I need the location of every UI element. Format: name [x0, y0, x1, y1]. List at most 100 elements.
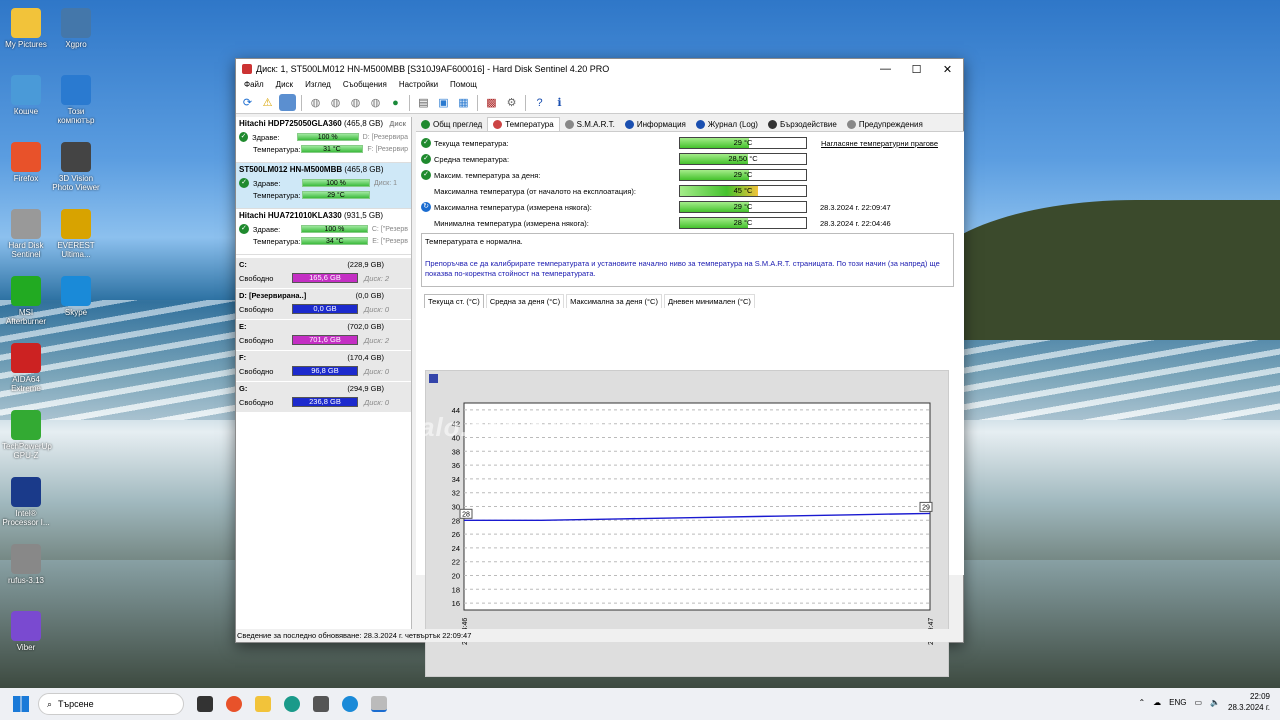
volume-icon[interactable]: 🔈 [1210, 698, 1220, 707]
temperature-date: 28.3.2024 г. 22:04:46 [820, 218, 891, 228]
explorer-taskbar-icon[interactable] [255, 696, 271, 712]
desktop-icon[interactable]: TechPowerUp GPU-Z [2, 410, 52, 460]
chart-tab[interactable]: Средна за деня (°C) [485, 294, 565, 308]
search-box[interactable]: ⌕ Търсене [38, 693, 184, 715]
y-tick-label: 28 [452, 516, 460, 525]
desktop-icon[interactable]: Skype [52, 276, 100, 317]
health-bar: 100 % [296, 133, 359, 141]
desktop-icon[interactable]: Viber [2, 611, 50, 652]
tab-icon [564, 119, 574, 129]
report-icon[interactable] [279, 94, 296, 111]
send-icon[interactable]: ▦ [455, 94, 472, 111]
temp-label: Температура: [253, 190, 301, 200]
temperature-bar: 45 °C [679, 185, 807, 197]
tab-6[interactable]: Бързодействие [763, 117, 842, 131]
volume-free-row: Свободно 236,8 GB Диск: 0 [239, 397, 408, 407]
volume-entry[interactable]: D: [Резервирана..] (0,0 GB) Свободно 0,0 GB… [236, 289, 411, 320]
language-indicator[interactable]: ENG [1169, 698, 1186, 707]
tab-1[interactable]: Общ преглед [416, 117, 487, 131]
disk-icon[interactable]: ◍ [307, 94, 324, 111]
disk-entry[interactable]: ST500LM012 HN-M500MBB (465,8 GB) ✓ Здраве… [236, 163, 411, 209]
desktop-icon[interactable]: AIDA64 Extreme [2, 343, 50, 393]
disk-entry[interactable]: Hitachi HUA721010KLA330 (931,5 GB) ✓ Здра… [236, 209, 411, 255]
menu-item[interactable]: Диск [270, 79, 299, 92]
menu-item[interactable]: Файл [238, 79, 270, 92]
desktop-icon[interactable]: Кошче [2, 75, 50, 116]
desktop-icon[interactable]: MSI Afterburner [2, 276, 50, 326]
calibrate-link[interactable]: Нагласяне температурни прагове [821, 139, 938, 148]
disk-entry[interactable]: Hitachi HDP725050GLA360 (465,8 GB) Диск ✓… [236, 117, 411, 163]
maximize-button[interactable]: ☐ [901, 63, 932, 76]
tab-2[interactable]: Температура [487, 117, 560, 131]
skype-taskbar-icon[interactable] [342, 696, 358, 712]
volume-entry[interactable]: E: (702,0 GB) Свободно 701,6 GB Диск: 2 [236, 320, 411, 351]
volume-name: G: [239, 384, 248, 393]
hdsentinel-taskbar-icon[interactable] [371, 696, 387, 712]
tab-3[interactable]: S.M.A.R.T. [560, 117, 620, 131]
desktop-icon[interactable]: Intel® Processor I... [2, 477, 50, 527]
volume-entry[interactable]: F: (170,4 GB) Свободно 96,8 GB Диск: 0 [236, 351, 411, 382]
temperature-label: Максимална температура (измерена някога)… [434, 202, 592, 212]
desktop-icon[interactable]: My Pictures [2, 8, 50, 49]
document-icon[interactable]: ▤ [415, 94, 432, 111]
desktop-icon-label: AIDA64 Extreme [11, 375, 41, 393]
desktop-icon[interactable]: Hard Disk Sentinel [2, 209, 50, 259]
menu-item[interactable]: Помощ [444, 79, 483, 92]
disk-surface-icon[interactable]: ◍ [347, 94, 364, 111]
tab-icon [695, 119, 705, 129]
health-side: Диск: 1 [374, 179, 397, 187]
close-button[interactable]: ✕ [932, 63, 963, 76]
menu-item[interactable]: Настройки [393, 79, 444, 92]
volume-entry[interactable]: C: (228,9 GB) Свободно 165,6 GB Диск: 2 [236, 258, 411, 289]
temperature-value: 29 °C [733, 170, 753, 179]
temperature-value: 28 °C [733, 218, 753, 227]
menu-item[interactable]: Съобщения [337, 79, 393, 92]
disk-settings-icon[interactable]: ◍ [367, 94, 384, 111]
desktop-icon[interactable]: Firefox [2, 142, 50, 183]
gear-icon[interactable]: ⚙ [503, 94, 520, 111]
calculator-taskbar-icon[interactable] [313, 696, 329, 712]
desktop-icon[interactable]: Xgpro [52, 8, 100, 49]
check-icon: ✓ [239, 132, 249, 142]
network-tray-icon[interactable]: ▭ [1194, 698, 1202, 707]
desktop-app-icon [61, 209, 91, 239]
desktop-icon[interactable]: EVEREST Ultima... [52, 209, 100, 259]
clock[interactable]: 22:09 28.3.2024 г. [1228, 691, 1270, 713]
help-icon[interactable]: ? [531, 94, 548, 111]
firefox-taskbar-icon[interactable] [226, 696, 242, 712]
monitor-icon[interactable]: ▩ [483, 94, 500, 111]
desktop-icon[interactable]: 3D Vision Photo Viewer [52, 142, 100, 192]
chevron-up-icon[interactable]: ⌃ [1138, 698, 1145, 707]
info-icon[interactable]: ℹ [551, 94, 568, 111]
desktop-icon[interactable]: rufus-3.13 [2, 544, 50, 585]
y-tick-label: 30 [452, 503, 460, 512]
network-icon[interactable]: ▣ [435, 94, 452, 111]
check-icon: ✓ [421, 154, 431, 164]
tab-4[interactable]: Информация [620, 117, 691, 131]
health-bar: 100 % [301, 225, 368, 233]
cloud-icon[interactable]: ☁ [1153, 698, 1161, 707]
disk-test-icon[interactable]: ◍ [327, 94, 344, 111]
y-tick-label: 20 [452, 572, 460, 581]
refresh-icon[interactable]: ⟳ [239, 94, 256, 111]
tab-5[interactable]: Журнал (Log) [691, 117, 763, 131]
tab-7[interactable]: Предупреждения [842, 117, 928, 131]
volume-free-row: Свободно 0,0 GB Диск: 0 [239, 304, 408, 314]
temp-bar: 34 °C [301, 237, 369, 245]
task-view-icon[interactable] [197, 696, 213, 712]
alert-icon[interactable]: ⚠ [259, 94, 276, 111]
volume-entry[interactable]: G: (294,9 GB) Свободно 236,8 GB Диск: 0 [236, 382, 411, 413]
desktop-icon[interactable]: Този компютър [52, 75, 100, 125]
minimize-button[interactable]: — [870, 63, 901, 75]
menu-item[interactable]: Изглед [299, 79, 337, 92]
save-icon[interactable] [429, 374, 438, 383]
start-icon[interactable] [13, 696, 29, 712]
chart-tab[interactable]: Текуща ст. (°C) [424, 294, 484, 308]
disk-model: Hitachi HUA721010KLA330 [239, 211, 342, 220]
edge-taskbar-icon[interactable] [284, 696, 300, 712]
chart-tab[interactable]: Дневен минимален (°C) [663, 294, 755, 308]
message-status: Температурата е нормална. [425, 237, 523, 246]
globe-icon[interactable]: ● [387, 94, 404, 111]
free-space-bar: 701,6 GB [292, 335, 358, 345]
chart-tab[interactable]: Максимална за деня (°C) [566, 294, 662, 308]
